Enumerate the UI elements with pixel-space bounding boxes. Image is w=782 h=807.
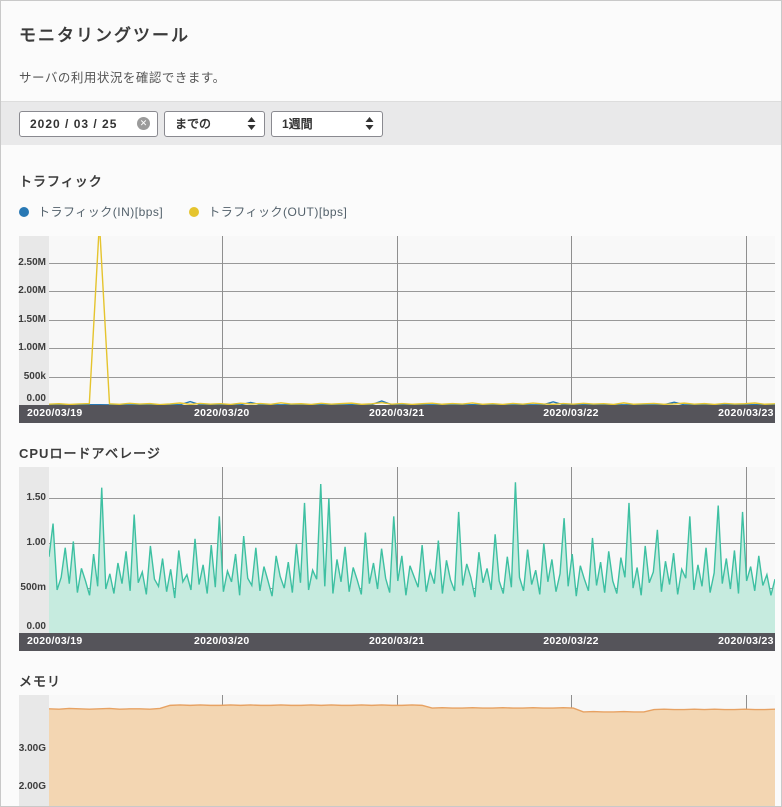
period-select[interactable]: 1週間 bbox=[271, 111, 383, 137]
date-input[interactable]: 2020 / 03 / 25 ✕ bbox=[19, 111, 158, 137]
filter-bar: 2020 / 03 / 25 ✕ までの 1週間 bbox=[1, 101, 781, 145]
memory-chart-title: メモリ bbox=[19, 671, 774, 690]
cpu-x-axis: 2020/03/19 2020/03/20 2020/03/21 2020/03/22… bbox=[19, 633, 775, 651]
date-input-value: 2020 / 03 / 25 bbox=[30, 117, 117, 131]
legend-item-traffic-in: トラフィック(IN)[bps] bbox=[19, 203, 163, 220]
select-arrows-icon bbox=[247, 117, 256, 130]
cpu-chart-section: CPUロードアベレージ 0.00500m1.001.50 2020/03/192… bbox=[19, 443, 774, 651]
x-axis-date-label: 2020/03/19 bbox=[27, 635, 83, 647]
x-axis-date-label: 2020/03/22 bbox=[543, 635, 599, 647]
legend-item-traffic-out: トラフィック(OUT)[bps] bbox=[189, 203, 347, 220]
charts-section: トラフィック トラフィック(IN)[bps] トラフィック(OUT)[bps] … bbox=[1, 171, 781, 807]
until-select-value: までの bbox=[175, 115, 211, 132]
plot-svg bbox=[49, 695, 775, 807]
y-tick-label: 0.00 bbox=[27, 621, 46, 632]
y-tick-label: 1.00 bbox=[27, 537, 46, 548]
memory-plot-area[interactable] bbox=[49, 695, 775, 807]
y-tick-label: 500m bbox=[20, 582, 46, 593]
x-axis-date-label: 2020/03/21 bbox=[369, 635, 425, 647]
monitoring-tool-page: モニタリングツール サーバの利用状況を確認できます。 2020 / 03 / 2… bbox=[0, 0, 782, 807]
traffic-chart-section: トラフィック トラフィック(IN)[bps] トラフィック(OUT)[bps] … bbox=[19, 171, 774, 423]
traffic-x-axis: 2020/03/19 2020/03/20 2020/03/21 2020/03/22… bbox=[19, 405, 775, 423]
y-tick-label: 2.00M bbox=[18, 285, 46, 296]
cpu-y-axis: 0.00 500m 1.00 1.50 bbox=[19, 467, 49, 633]
traffic-plot-area[interactable] bbox=[49, 236, 775, 405]
y-tick-label: 3.00G bbox=[19, 743, 46, 754]
clear-date-icon[interactable]: ✕ bbox=[137, 117, 150, 130]
until-select[interactable]: までの bbox=[164, 111, 265, 137]
x-axis-date-label: 2020/03/22 bbox=[543, 407, 599, 419]
cpu-chart-title: CPUロードアベレージ bbox=[19, 443, 774, 462]
cpu-chart: 0.00500m1.001.50 2020/03/192020/03/20202… bbox=[19, 467, 774, 651]
legend-label-traffic-out: トラフィック(OUT)[bps] bbox=[208, 203, 347, 220]
x-axis-date-label: 2020/03/21 bbox=[369, 407, 425, 419]
traffic-in-dot-icon bbox=[19, 207, 29, 217]
x-axis-date-label: 2020/03/20 bbox=[194, 407, 250, 419]
plot-svg bbox=[49, 467, 775, 633]
y-tick-label: 2.00G bbox=[19, 781, 46, 792]
traffic-chart-title: トラフィック bbox=[19, 171, 774, 190]
x-axis-date-label: 2020/03/19 bbox=[27, 407, 83, 419]
traffic-chart: 0.00500k1.00M1.50M2.00M2.50M 2020/03/192… bbox=[19, 236, 774, 423]
traffic-y-axis: 0.00 500k 1.00M 1.50M 2.00M 2.50M bbox=[19, 236, 49, 405]
x-axis-date-label: 2020/03/20 bbox=[194, 635, 250, 647]
y-tick-label: 500k bbox=[24, 371, 46, 382]
memory-chart: 1.00G2.00G3.00G 2020/03/192020/03/202020… bbox=[19, 695, 774, 807]
memory-chart-section: メモリ 1.00G2.00G3.00G 2020/03/192020/03/20… bbox=[19, 671, 774, 807]
memory-y-axis: 1.00G2.00G3.00G bbox=[19, 695, 49, 807]
traffic-out-dot-icon bbox=[189, 207, 199, 217]
page-subtitle: サーバの利用状況を確認できます。 bbox=[19, 67, 763, 86]
legend-label-traffic-in: トラフィック(IN)[bps] bbox=[38, 203, 163, 220]
page-header: モニタリングツール サーバの利用状況を確認できます。 bbox=[1, 1, 781, 86]
y-tick-label: 0.00 bbox=[27, 393, 46, 404]
period-select-value: 1週間 bbox=[282, 115, 313, 132]
traffic-legend: トラフィック(IN)[bps] トラフィック(OUT)[bps] bbox=[19, 203, 774, 220]
x-axis-date-label: 2020/03/23 bbox=[718, 407, 774, 419]
x-axis-date-label: 2020/03/23 bbox=[718, 635, 774, 647]
page-title: モニタリングツール bbox=[19, 21, 763, 46]
y-tick-label: 1.00M bbox=[18, 342, 46, 353]
series-area-0 bbox=[49, 482, 775, 633]
select-arrows-icon bbox=[365, 117, 374, 130]
y-tick-label: 1.50 bbox=[27, 492, 46, 503]
series-area-0 bbox=[49, 705, 775, 807]
y-tick-label: 2.50M bbox=[18, 257, 46, 268]
y-tick-label: 1.50M bbox=[18, 314, 46, 325]
plot-svg bbox=[49, 236, 775, 405]
cpu-plot-area[interactable] bbox=[49, 467, 775, 633]
